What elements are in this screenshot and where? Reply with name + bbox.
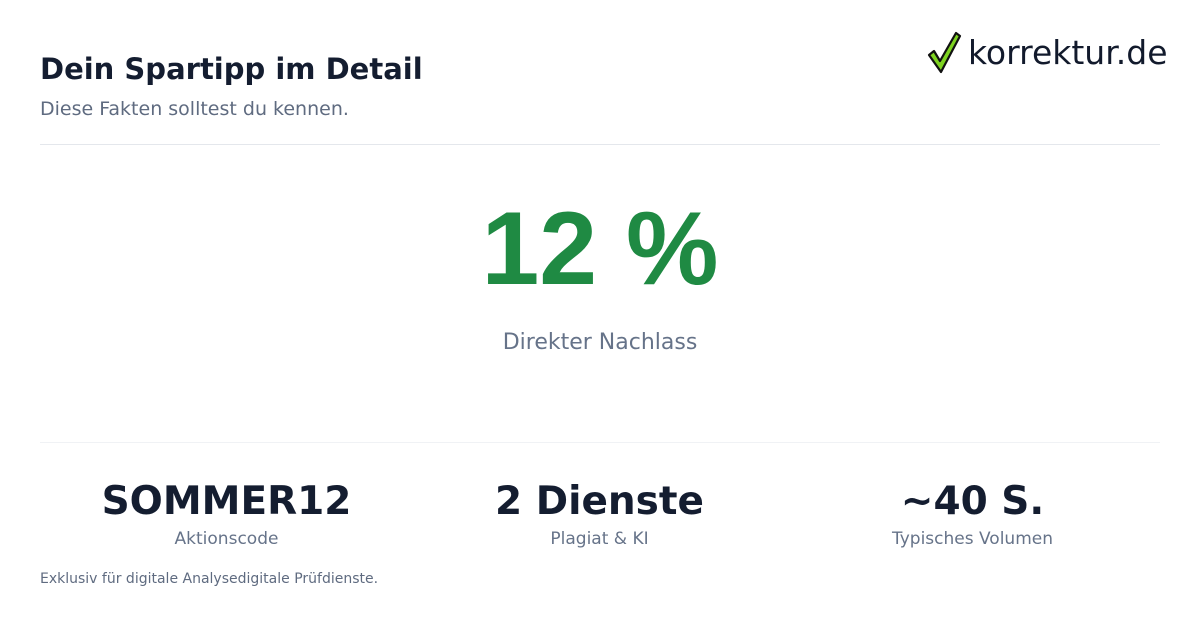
stat-promo-code: SOMMER12 Aktionscode [40,478,413,549]
promo-code-value: SOMMER12 [101,479,352,524]
discount-label: Direkter Nachlass [502,330,698,355]
section-divider [40,442,1160,443]
discount-value: 12 % [481,191,719,307]
services-value: 2 Dienste [495,479,704,524]
brand-name: korrektur.de [968,32,1168,72]
page-subtitle: Diese Fakten solltest du kennen. [40,98,349,120]
page-title: Dein Spartipp im Detail [40,52,423,86]
services-label: Plagiat & KI [550,529,649,549]
stat-volume: ~40 S. Typisches Volumen [786,478,1159,549]
brand-logo: korrektur.de [926,30,1168,74]
stat-services: 2 Dienste Plagiat & KI [413,478,786,549]
volume-label: Typisches Volumen [891,529,1053,549]
promo-code-label: Aktionscode [174,529,279,549]
promo-card: Dein Spartipp im Detail Diese Fakten sol… [0,0,1200,630]
header-divider [40,144,1160,145]
volume-value: ~40 S. [900,479,1045,524]
checkmark-icon [927,31,962,74]
footnote: Exklusiv für digitale Analysedigitale Pr… [40,571,379,587]
